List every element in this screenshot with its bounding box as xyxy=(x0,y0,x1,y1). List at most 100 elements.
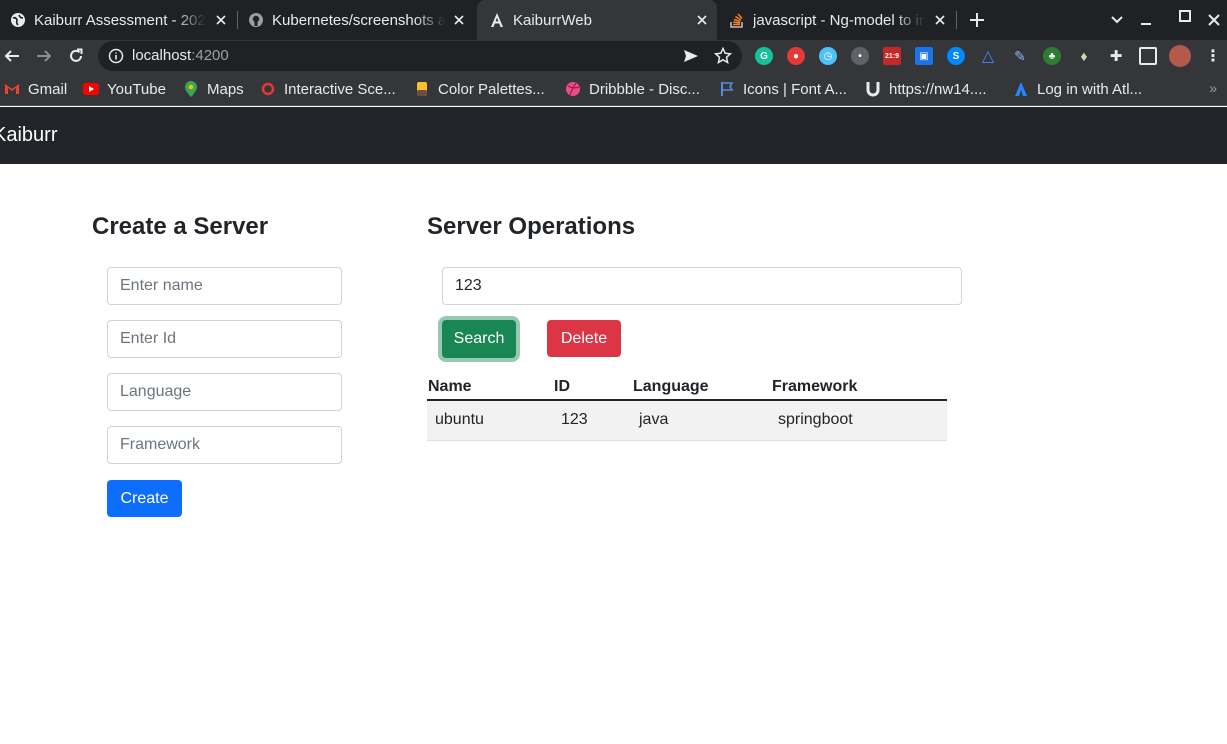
tab-title: javascript - Ng-model to in xyxy=(753,11,925,29)
server-operations-title: Server Operations xyxy=(427,213,636,240)
kebab-menu-icon[interactable]: ⋮ xyxy=(1204,47,1222,65)
avatar[interactable] xyxy=(1169,45,1191,67)
search-input[interactable] xyxy=(442,267,962,305)
bookmark-dribbble[interactable]: Dribbble - Disc... xyxy=(565,80,700,98)
reload-icon xyxy=(70,48,83,62)
search-button[interactable]: Search xyxy=(442,320,516,358)
url-port: :4200 xyxy=(191,47,229,64)
bookmark-label: Gmail xyxy=(28,80,68,98)
forward-button[interactable] xyxy=(32,44,56,68)
bookmark-nw14[interactable]: https://nw14.... xyxy=(865,80,987,98)
tab-search-button[interactable] xyxy=(1105,8,1129,32)
puzzle-icon[interactable]: ✚ xyxy=(1107,47,1125,65)
language-field[interactable] xyxy=(107,373,342,411)
extension-red-icon[interactable]: ● xyxy=(787,47,805,65)
new-tab-button[interactable] xyxy=(965,8,989,32)
column-header-framework: Framework xyxy=(771,374,947,401)
globe-icon xyxy=(10,12,26,28)
bookmark-maps[interactable]: Maps xyxy=(183,80,244,98)
bookmark-youtube[interactable]: YouTube xyxy=(83,80,166,98)
maximize-button[interactable] xyxy=(1173,4,1197,28)
create-server-title: Create a Server xyxy=(92,213,269,240)
ratio-extension-icon[interactable]: 21:9 xyxy=(883,47,901,65)
chevron-down-icon xyxy=(1111,16,1123,24)
clock-extension-icon[interactable]: ◷ xyxy=(819,47,837,65)
arrow-right-icon xyxy=(37,50,52,62)
bookmark-color-palettes[interactable]: Color Palettes... xyxy=(414,80,545,98)
plus-icon xyxy=(970,13,984,27)
star-icon[interactable] xyxy=(713,46,733,66)
tab-title: KaiburrWeb xyxy=(513,11,592,29)
table-row[interactable]: ubuntu 123 java springboot xyxy=(427,400,947,441)
stackoverflow-icon xyxy=(729,12,745,28)
minimize-icon xyxy=(1141,23,1151,25)
back-button[interactable] xyxy=(0,44,24,68)
cell-name: ubuntu xyxy=(427,400,553,441)
minimize-button[interactable] xyxy=(1134,8,1158,32)
bookmarks-overflow-icon[interactable]: » xyxy=(1209,80,1217,96)
app-navbar: Kaiburr xyxy=(0,107,1227,164)
triangle-extension-icon[interactable]: △ xyxy=(979,47,997,65)
browser-tab-active[interactable]: KaiburrWeb xyxy=(477,0,717,40)
bookmark-label: https://nw14.... xyxy=(889,80,987,98)
dribbble-icon xyxy=(565,81,581,97)
close-window-button[interactable] xyxy=(1202,8,1226,32)
bookmark-label: Maps xyxy=(207,80,244,98)
flag-icon xyxy=(719,81,735,97)
send-icon[interactable] xyxy=(681,46,701,66)
bookmark-interactive[interactable]: Interactive Sce... xyxy=(260,80,396,98)
navbar-brand[interactable]: Kaiburr xyxy=(0,124,57,147)
youtube-icon xyxy=(83,81,99,97)
address-bar[interactable]: localhost:4200 xyxy=(98,41,742,71)
screenshot-extension-icon[interactable]: ▣ xyxy=(915,47,933,65)
github-icon xyxy=(248,12,264,28)
eyedropper-icon[interactable]: ✎ xyxy=(1011,47,1029,65)
bookmark-label: YouTube xyxy=(107,80,166,98)
name-field[interactable] xyxy=(107,267,342,305)
close-icon[interactable] xyxy=(212,11,230,29)
bookmark-label: Interactive Sce... xyxy=(284,80,396,98)
close-icon[interactable] xyxy=(450,11,468,29)
url-text[interactable]: localhost:4200 xyxy=(132,47,229,64)
bookmarks-bar: Gmail YouTube Maps Interactive Sce... Co… xyxy=(0,72,1227,106)
grammarly-icon[interactable]: G xyxy=(755,47,773,65)
bookmark-atlassian[interactable]: Log in with Atl... xyxy=(1013,80,1142,98)
mouse-extension-icon[interactable]: • xyxy=(851,47,869,65)
bookmark-label: Dribbble - Disc... xyxy=(589,80,700,98)
reload-button[interactable] xyxy=(64,44,88,68)
column-header-name: Name xyxy=(427,374,553,401)
browser-tab[interactable]: Kaiburr Assessment - 2022 xyxy=(0,0,236,40)
shazam-icon[interactable]: S xyxy=(947,47,965,65)
column-header-language: Language xyxy=(632,374,771,401)
browser-tab-strip: Kaiburr Assessment - 2022 Kubernetes/scr… xyxy=(0,0,1227,40)
close-icon[interactable] xyxy=(693,11,711,29)
tab-title: Kubernetes/screenshots at xyxy=(272,11,446,29)
close-icon xyxy=(1208,14,1220,26)
side-panel-icon[interactable] xyxy=(1139,47,1157,65)
browser-tab[interactable]: Kubernetes/screenshots at xyxy=(238,0,474,40)
create-button[interactable]: Create xyxy=(107,480,182,517)
bookmark-font-awesome[interactable]: Icons | Font A... xyxy=(719,80,847,98)
delete-button[interactable]: Delete xyxy=(547,320,621,357)
tab-title: Kaiburr Assessment - 2022 xyxy=(34,11,206,29)
id-field[interactable] xyxy=(107,320,342,358)
cell-framework: springboot xyxy=(771,400,947,441)
gmail-icon xyxy=(4,81,20,97)
close-icon[interactable] xyxy=(931,11,949,29)
palette-icon xyxy=(414,81,430,97)
info-icon[interactable] xyxy=(108,48,124,64)
framework-field[interactable] xyxy=(107,426,342,464)
browser-tab[interactable]: javascript - Ng-model to in xyxy=(719,0,955,40)
cell-language: java xyxy=(632,400,771,441)
url-host: localhost xyxy=(132,47,192,64)
servers-table: Name ID Language Framework ubuntu 123 ja… xyxy=(427,374,947,441)
arrow-left-icon xyxy=(4,50,19,62)
bookmark-gmail[interactable]: Gmail xyxy=(4,80,67,98)
maps-icon xyxy=(183,81,199,97)
cell-id: 123 xyxy=(553,400,632,441)
atlassian-icon xyxy=(1013,81,1029,97)
table-header-row: Name ID Language Framework xyxy=(427,374,947,401)
bulb-extension-icon[interactable]: ♦ xyxy=(1075,47,1093,65)
tree-extension-icon[interactable]: ♣ xyxy=(1043,47,1061,65)
bookmark-label: Icons | Font A... xyxy=(743,80,847,98)
